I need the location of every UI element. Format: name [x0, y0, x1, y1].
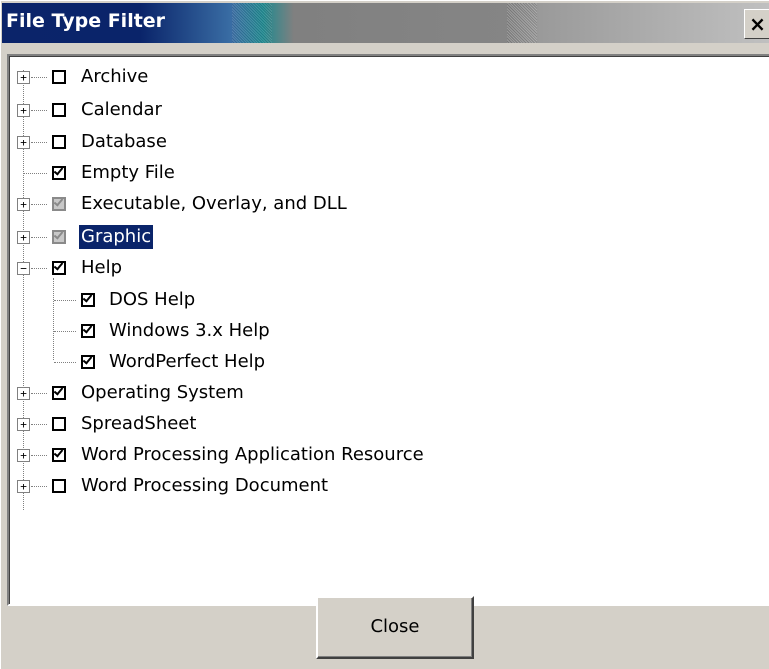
wp-app-resource-checkbox[interactable] — [52, 447, 66, 462]
tree-item-spreadsheet[interactable]: SpreadSheet — [79, 412, 198, 436]
wp-document-checkbox[interactable] — [52, 479, 66, 493]
title-bar: File Type Filter × — [2, 3, 769, 43]
expand-spreadsheet-toggle[interactable]: + — [17, 418, 30, 431]
tree-item-archive[interactable]: Archive — [79, 65, 150, 89]
tree-item-wordperfect-help[interactable]: WordPerfect Help — [107, 350, 267, 374]
wordperfect-help-checkbox[interactable] — [81, 354, 95, 369]
file-type-filter-dialog: File Type Filter × + Archive + Calendar … — [0, 0, 769, 669]
tree-item-dos-help[interactable]: DOS Help — [107, 288, 197, 312]
tree-item-help[interactable]: Help — [79, 256, 124, 280]
tree-item-wp-document[interactable]: Word Processing Document — [79, 474, 330, 498]
windows-help-checkbox[interactable] — [81, 323, 95, 338]
window-title: File Type Filter — [6, 10, 166, 32]
tree-item-windows-help[interactable]: Windows 3.x Help — [107, 319, 272, 343]
tree-item-graphic[interactable]: Graphic — [77, 224, 155, 250]
tree-item-executable[interactable]: Executable, Overlay, and DLL — [79, 192, 349, 216]
archive-checkbox[interactable] — [52, 70, 66, 84]
help-checkbox[interactable] — [52, 260, 66, 275]
expand-wp-app-resource-toggle[interactable]: + — [17, 449, 30, 462]
tree-item-wp-app-resource[interactable]: Word Processing Application Resource — [79, 443, 426, 467]
spreadsheet-checkbox[interactable] — [52, 417, 66, 431]
expand-graphic-toggle[interactable]: + — [17, 231, 30, 244]
expand-operating-system-toggle[interactable]: + — [17, 387, 30, 400]
expand-executable-toggle[interactable]: + — [17, 198, 30, 211]
operating-system-checkbox[interactable] — [52, 385, 66, 400]
calendar-checkbox[interactable] — [52, 103, 66, 117]
tree-item-database[interactable]: Database — [79, 130, 169, 154]
graphic-checkbox[interactable] — [52, 229, 66, 244]
database-checkbox[interactable] — [52, 135, 66, 149]
expand-calendar-toggle[interactable]: + — [17, 104, 30, 117]
tree-item-operating-system[interactable]: Operating System — [79, 381, 246, 405]
expand-archive-toggle[interactable]: + — [17, 71, 30, 84]
empty-file-checkbox[interactable] — [52, 165, 66, 180]
expand-database-toggle[interactable]: + — [17, 136, 30, 149]
executable-checkbox[interactable] — [52, 196, 66, 211]
file-type-tree[interactable]: + Archive + Calendar + Database Empty Fi… — [7, 54, 769, 606]
collapse-help-toggle[interactable]: − — [17, 262, 30, 275]
tree-item-empty-file[interactable]: Empty File — [79, 161, 177, 185]
close-button[interactable]: Close — [316, 596, 474, 659]
dos-help-checkbox[interactable] — [81, 292, 95, 307]
tree-item-calendar[interactable]: Calendar — [79, 98, 164, 122]
close-window-button[interactable]: × — [744, 9, 769, 39]
expand-wp-document-toggle[interactable]: + — [17, 480, 30, 493]
